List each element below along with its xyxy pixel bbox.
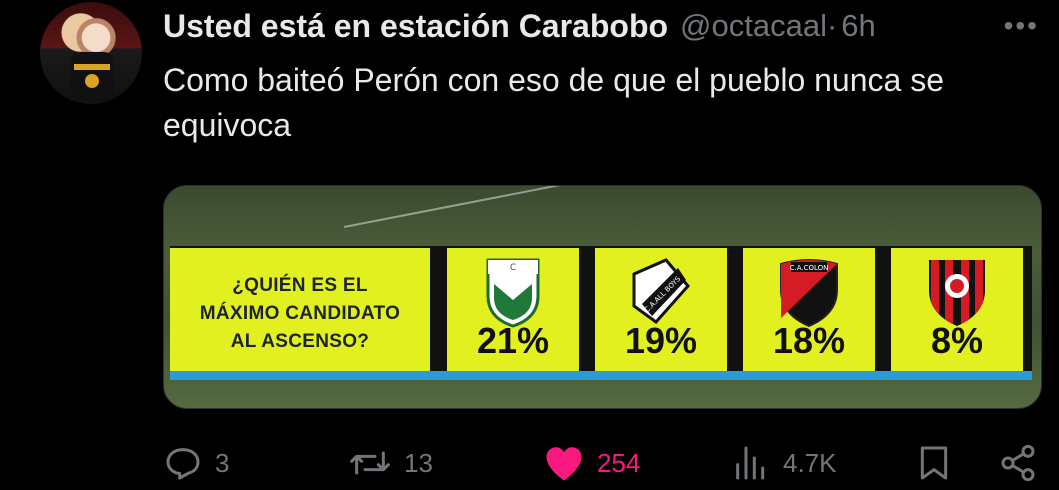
retweet-icon: [350, 451, 390, 475]
field-line: [343, 186, 580, 228]
question-box: ¿QUIÉN ES EL MÁXIMO CANDIDATO AL ASCENSO…: [170, 248, 430, 380]
views-button[interactable]: 4.7K: [731, 440, 837, 486]
display-name[interactable]: Usted está en estación Carabobo: [163, 8, 668, 45]
question-line: MÁXIMO CANDIDATO: [199, 303, 401, 324]
team-percent: 18%: [772, 320, 846, 361]
bottom-bar: [170, 371, 1032, 380]
poll-graphic: ¿QUIÉN ES EL MÁXIMO CANDIDATO AL ASCENSO…: [170, 246, 1032, 380]
separator-dot: ·: [826, 8, 838, 43]
team-percent: 19%: [624, 320, 698, 361]
timestamp[interactable]: 6h: [841, 8, 875, 44]
heart-icon: [546, 447, 582, 481]
team-ferro: C 21%: [447, 248, 579, 380]
retweet-button[interactable]: 13: [348, 440, 433, 486]
question-line: ¿QUIÉN ES EL: [232, 275, 368, 296]
reply-icon: [166, 448, 200, 480]
share-button[interactable]: [998, 440, 1038, 486]
tweet-media-image[interactable]: ¿QUIÉN ES EL MÁXIMO CANDIDATO AL ASCENSO…: [163, 185, 1042, 409]
bookmark-button[interactable]: [915, 440, 953, 486]
svg-text:C: C: [510, 263, 516, 273]
team-percent: 8%: [930, 320, 984, 361]
colon-crest-icon: C.A.COLON: [780, 259, 838, 328]
team-chacarita: 8%: [891, 248, 1023, 380]
tweet-text: Como baiteó Perón con eso de que el pueb…: [163, 62, 944, 143]
chacarita-crest-icon: [929, 260, 985, 326]
tweet-header: Usted está en estación Carabobo @octacaa…: [163, 6, 1039, 46]
share-icon: [1001, 444, 1035, 482]
team-percent: 21%: [476, 320, 550, 361]
more-options-icon[interactable]: •••: [1004, 10, 1039, 42]
svg-text:C.A.COLON: C.A.COLON: [790, 264, 829, 272]
bookmark-icon: [920, 446, 948, 480]
allboys-crest-icon: C.A.ALL BOYS: [632, 258, 690, 325]
like-count: 254: [597, 447, 641, 478]
reply-count: 3: [215, 447, 230, 478]
user-handle[interactable]: @octacaal: [680, 8, 827, 44]
avatar-stripe: [74, 64, 110, 70]
team-allboys: C.A.ALL BOYS 19%: [595, 248, 727, 380]
avatar-badge: [85, 74, 99, 88]
ferro-crest-icon: C: [486, 258, 540, 328]
action-bar: 3 13 254 4.7K: [163, 440, 1039, 486]
views-icon: [736, 446, 765, 480]
like-button[interactable]: 254: [543, 440, 640, 486]
avatar[interactable]: [40, 2, 142, 104]
question-line: AL ASCENSO?: [230, 331, 370, 352]
retweet-count: 13: [404, 447, 433, 478]
reply-button[interactable]: 3: [163, 440, 229, 486]
views-count: 4.7K: [783, 447, 837, 478]
team-colon: C.A.COLON 18%: [743, 248, 875, 380]
